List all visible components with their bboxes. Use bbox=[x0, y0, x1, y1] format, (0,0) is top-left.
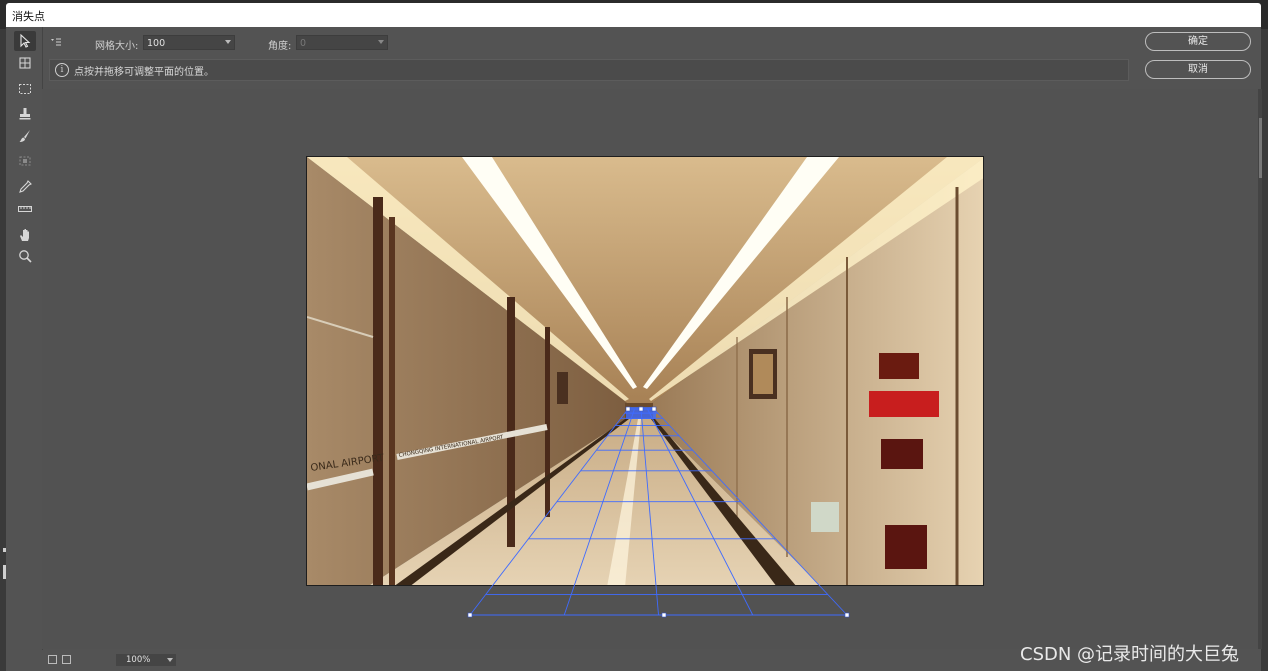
cancel-button[interactable]: 取消 bbox=[1145, 60, 1251, 79]
window-edge-mark bbox=[3, 565, 6, 579]
brush-icon[interactable] bbox=[14, 126, 36, 146]
corridor-photo: ONAL AIRPORT CHONGQING INTERNATIONAL AIR… bbox=[306, 156, 984, 586]
angle-label: 角度: bbox=[268, 41, 292, 52]
zoom-icon[interactable] bbox=[14, 246, 36, 266]
chevron-down-icon bbox=[225, 40, 231, 44]
info-icon: i bbox=[55, 63, 69, 77]
scrollbar-thumb[interactable] bbox=[1259, 118, 1262, 178]
angle-field[interactable]: 0 bbox=[296, 35, 388, 50]
stamp-icon[interactable] bbox=[14, 104, 36, 124]
zoom-level-field[interactable]: 100% bbox=[116, 654, 176, 666]
info-bar: i 点按并拖移可调整平面的位置。 bbox=[49, 59, 1129, 81]
window-titlebar: 消失点 bbox=[0, 0, 1268, 29]
grid-size-value: 100 bbox=[147, 38, 166, 49]
angle-value: 0 bbox=[300, 38, 307, 49]
marquee-icon[interactable] bbox=[14, 79, 36, 99]
select-arrow-icon[interactable] bbox=[14, 31, 36, 51]
info-message: 点按并拖移可调整平面的位置。 bbox=[74, 67, 214, 78]
flyout-menu-icon[interactable] bbox=[50, 36, 62, 48]
transform-icon[interactable] bbox=[14, 151, 36, 171]
titlebar-panel: 消失点 bbox=[6, 3, 1261, 27]
create-plane-icon[interactable] bbox=[14, 53, 36, 73]
zoom-level: 100% bbox=[126, 655, 151, 665]
chevron-down-icon bbox=[167, 658, 173, 662]
eyedropper-icon[interactable] bbox=[14, 177, 36, 197]
zoom-out-button[interactable] bbox=[48, 655, 57, 664]
grid-size-field[interactable]: 100 bbox=[143, 35, 235, 50]
tool-panel bbox=[6, 27, 43, 671]
corridor-illustration: ONAL AIRPORT CHONGQING INTERNATIONAL AIR… bbox=[307, 157, 983, 585]
grid-size-label: 网格大小: bbox=[95, 41, 139, 52]
watermark: CSDN @记录时间的大巨兔 bbox=[1020, 644, 1240, 665]
ok-button[interactable]: 确定 bbox=[1145, 32, 1251, 51]
ruler-icon[interactable] bbox=[14, 199, 36, 219]
hand-icon[interactable] bbox=[14, 225, 36, 245]
zoom-in-button[interactable] bbox=[62, 655, 71, 664]
options-bar: 网格大小: 100 角度: 0 bbox=[42, 30, 1132, 56]
window-edge-mark bbox=[3, 548, 6, 552]
chevron-down-icon bbox=[378, 40, 384, 44]
window-title: 消失点 bbox=[12, 10, 45, 23]
